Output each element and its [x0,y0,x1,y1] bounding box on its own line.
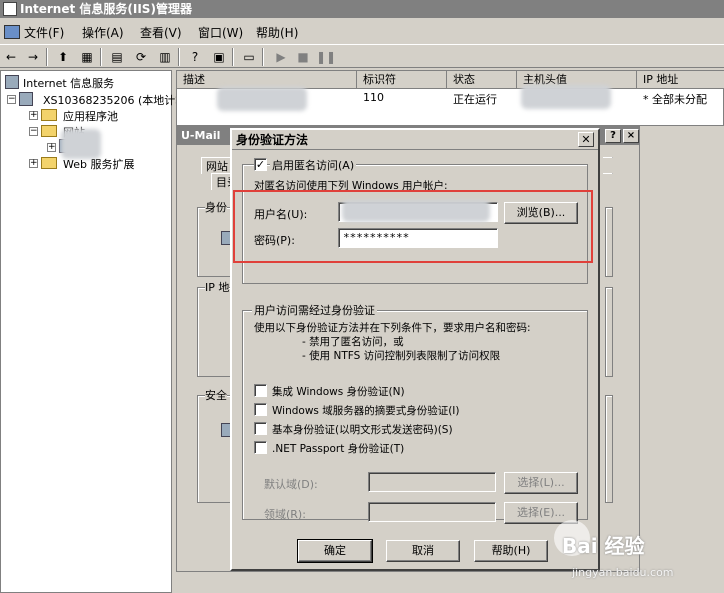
help-icon[interactable]: ? [605,129,621,143]
basic-auth-checkbox[interactable] [254,422,267,435]
stop-icon[interactable]: ■ [294,48,312,66]
watermark-url: jingyan.baidu.com [572,566,674,579]
export-list-icon[interactable]: ▥ [156,48,174,66]
close-icon[interactable]: × [623,129,639,143]
computer-icon[interactable]: ▭ [240,48,258,66]
toolbar-separator [100,48,102,66]
console-tree: Internet 信息服务 − XS10368235206 (本地计算 + 应用… [0,70,186,593]
iis-app-icon [3,2,17,16]
cancel-button[interactable]: 取消 [386,540,460,562]
tree-app-pools[interactable]: 应用程序池 [63,108,118,124]
folder-icon [41,109,57,121]
passport-auth-checkbox[interactable] [254,441,267,454]
expand-icon[interactable]: + [29,111,38,120]
digest-auth-checkbox[interactable] [254,403,267,416]
passport-auth-label: .NET Passport 身份验证(T) [272,443,405,455]
bg-group-label: 安全 [205,387,227,403]
blurred-host-header [521,85,611,109]
menu-window[interactable]: 窗口(W) [198,24,243,41]
menu-bar: 文件(F) 操作(A) 查看(V) 窗口(W) 帮助(H) [0,22,724,42]
help-button[interactable]: 帮助(H) [474,540,548,562]
tab-extra[interactable] [603,173,613,174]
toolbar-separator [178,48,180,66]
menu-file[interactable]: 文件(F) [24,24,64,41]
watermark: Bai 经验 jingyan.baidu.com [554,520,714,586]
expand-icon[interactable]: + [29,159,38,168]
toolbar: ← → ⬆ ▦ ▤ ⟳ ▥ ? ▣ ▭ ▶ ■ ❚❚ [0,44,724,68]
iis-root-icon [5,75,19,89]
menu-help[interactable]: 帮助(H) [256,24,298,41]
dialog-title: 身份验证方法 [236,133,309,147]
ok-button[interactable]: 确定 [297,539,373,563]
watermark-brand: Bai 经验 [562,534,645,558]
tree-root[interactable]: Internet 信息服务 [23,75,114,91]
menu-view[interactable]: 查看(V) [140,24,182,41]
folder-icon [41,157,57,169]
default-domain-label: 默认域(D): [264,478,318,491]
tab-website[interactable]: 网站 [201,157,233,174]
default-domain-field[interactable] [368,472,496,492]
tab-extra[interactable] [603,157,613,158]
cell-status[interactable]: 正在运行 [453,91,497,107]
auth-desc-cond2: - 使用 NTFS 访问控制列表限制了访问权限 [302,350,501,362]
col-ip[interactable]: IP 地址 [637,71,724,89]
show-tree-icon[interactable]: ▦ [78,48,96,66]
close-icon[interactable]: ✕ [578,132,594,147]
bg-group-label: 身份 [205,199,227,215]
auth-desc-cond1: - 禁用了匿名访问，或 [302,336,404,348]
refresh-icon[interactable]: ⟳ [132,48,150,66]
blurred-site-name [61,129,101,159]
site-list: 描述 标识符 状态 主机头值 IP 地址 110 正在运行 * 全部未分配 [176,70,724,126]
properties-title: U-Mail [181,129,221,142]
anon-access-checkbox[interactable]: ✓ [254,158,267,171]
expand-icon[interactable]: + [47,143,56,152]
folder-icon [41,125,57,137]
integrated-windows-label: 集成 Windows 身份验证(N) [272,386,405,398]
menu-action[interactable]: 操作(A) [82,24,124,41]
toolbar-separator [46,48,48,66]
server-icon [19,92,33,106]
auth-group-label: 用户访问需经过身份验证 [252,302,377,318]
auth-desc: 使用以下身份验证方法并在下列条件下，要求用户名和密码: [254,322,531,334]
bg-group-label: IP 地 [205,279,230,295]
toolbar-separator [262,48,264,66]
console-icon[interactable] [4,25,20,39]
realm-field[interactable] [368,502,496,522]
select-domain-button[interactable]: 选择(L)... [504,472,578,494]
pause-icon[interactable]: ❚❚ [316,48,336,66]
collapse-icon[interactable]: − [7,95,16,104]
dialog-title-bar: 身份验证方法 ✕ [232,130,598,150]
play-icon[interactable]: ▶ [272,48,290,66]
help-icon[interactable]: ? [186,48,204,66]
tree-server[interactable]: XS10368235206 (本地计算 [43,92,186,108]
cell-identifier[interactable]: 110 [363,91,384,104]
group-right-edge [605,287,613,377]
back-arrow-icon[interactable]: ← [2,48,20,66]
properties-icon[interactable]: ▤ [108,48,126,66]
anon-access-label: 启用匿名访问(A) [270,157,357,173]
realm-label: 领域(R): [264,508,306,521]
blurred-description [217,87,307,111]
tree-web-ext[interactable]: Web 服务扩展 [63,156,134,172]
window-title: Internet 信息服务(IIS)管理器 [20,2,192,16]
col-status[interactable]: 状态 [447,71,517,89]
toolbar-separator [232,48,234,66]
console-tree-icon[interactable]: ▣ [210,48,228,66]
up-folder-icon[interactable]: ⬆ [54,48,72,66]
cell-ip[interactable]: * 全部未分配 [643,91,707,107]
basic-auth-label: 基本身份验证(以明文形式发送密码)(S) [272,424,453,436]
window-title-bar: Internet 信息服务(IIS)管理器 [0,0,724,18]
group-right-edge [605,395,613,503]
digest-auth-label: Windows 域服务器的摘要式身份验证(I) [272,405,460,417]
group-right-edge [605,207,613,277]
highlight-box [233,190,593,263]
integrated-windows-checkbox[interactable] [254,384,267,397]
collapse-icon[interactable]: − [29,127,38,136]
col-identifier[interactable]: 标识符 [357,71,447,89]
forward-arrow-icon[interactable]: → [24,48,42,66]
